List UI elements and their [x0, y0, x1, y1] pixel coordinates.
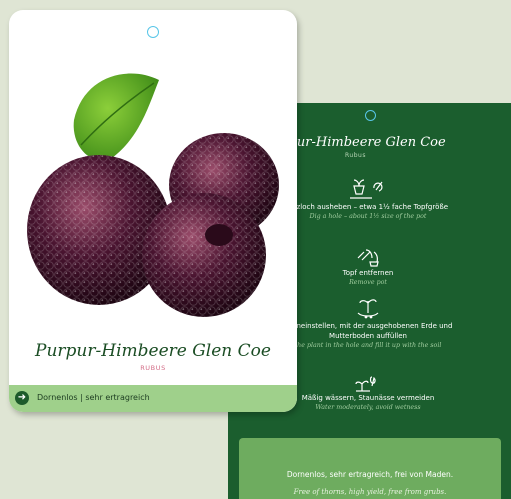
arrow-right-icon: ➜	[15, 391, 29, 405]
footer-features: Dornenlos | sehr ertragreich	[37, 393, 150, 402]
plant-icon	[357, 299, 379, 319]
raspberry-photo	[27, 73, 279, 317]
front-latin-name: RUBUS	[140, 364, 166, 372]
hang-hole-icon	[365, 110, 376, 121]
remove-pot-icon	[357, 249, 379, 267]
hang-hole-icon	[147, 26, 159, 38]
front-footer: ➜ Dornenlos | sehr ertragreich	[9, 385, 297, 412]
watering-icon	[355, 376, 376, 392]
front-title: Purpur-Himbeere Glen Coe	[35, 341, 271, 361]
info-de: Dornenlos, sehr ertragreich, frei von Ma…	[286, 470, 454, 479]
info-en: Free of thorns, high yield, free from gr…	[293, 488, 447, 496]
front-card: Purpur-Himbeere Glen Coe RUBUS ➜ Dornenl…	[9, 10, 297, 412]
info-box: Dornenlos, sehr ertragreich, frei von Ma…	[239, 438, 501, 499]
dig-icon	[350, 179, 383, 199]
